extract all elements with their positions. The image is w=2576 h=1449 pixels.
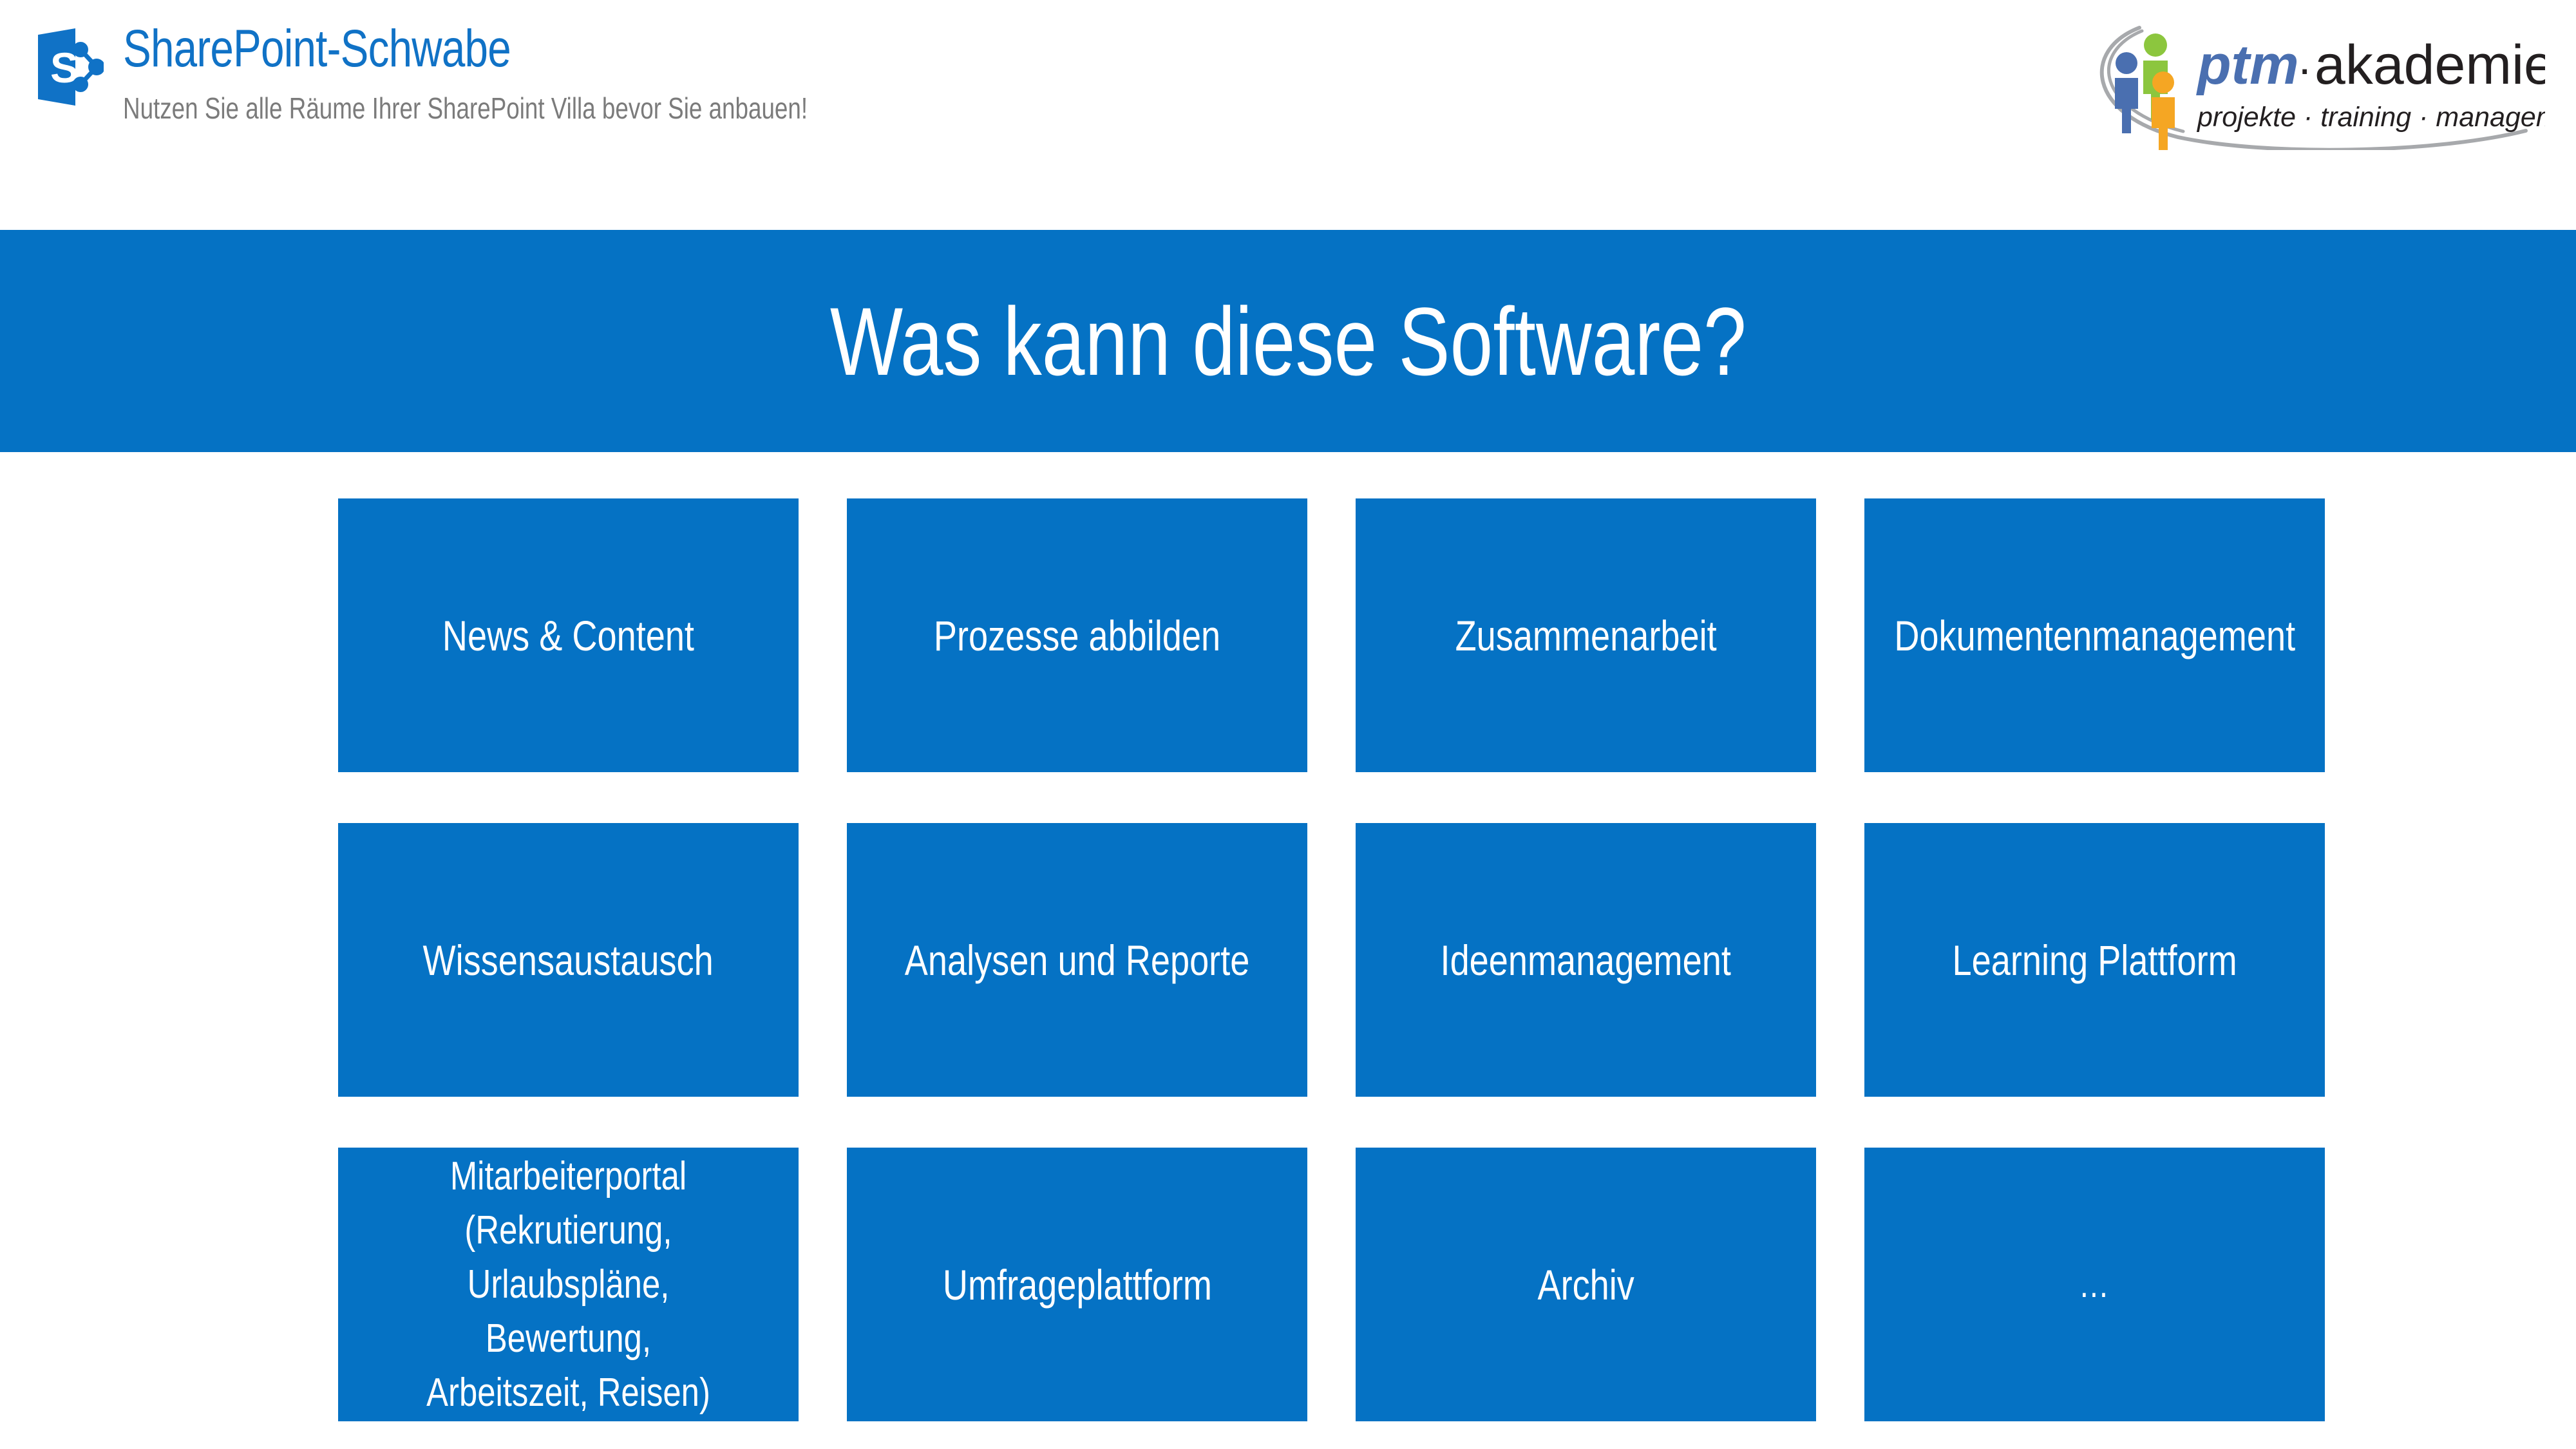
tile-prozesse-abbilden[interactable]: Prozesse abbilden [847,498,1307,772]
tile-label: Prozesse abbilden [933,611,1221,659]
tile-label: … [2078,1263,2111,1305]
tile-label: Ideenmanagement [1440,936,1732,984]
brand-text-block: SharePoint-Schwabe Nutzen Sie alle Räume… [123,22,979,124]
page-header: S SharePoint-Schwabe Nutzen Sie alle Räu… [0,0,2576,230]
ptm-akademie-logo: ptm · akademie projekte · training · man… [2075,12,2545,150]
tile-label: Learning Plattform [1952,936,2237,984]
page-title: Was kann diese Software? [829,287,1747,395]
tile-dokumentenmanagement[interactable]: Dokumentenmanagement [1864,498,2325,772]
tile-more[interactable]: … [1864,1148,2325,1421]
tile-label: Dokumentenmanagement [1894,611,2295,659]
tile-label: Umfrageplattform [942,1260,1212,1309]
tile-label: Wissensaustausch [422,936,714,984]
svg-text:projekte · training · manageme: projekte · training · management [2196,102,2545,133]
brand-block: S SharePoint-Schwabe Nutzen Sie alle Räu… [35,22,979,124]
tile-label: Mitarbeiterportal (Rekrutierung, Urlaubs… [426,1153,710,1415]
tile-label: News & Content [442,611,695,659]
title-banner: Was kann diese Software? [0,230,2576,452]
brand-subtitle: Nutzen Sie alle Räume Ihrer SharePoint V… [123,91,808,125]
tile-wissensaustausch[interactable]: Wissensaustausch [338,823,799,1097]
brand-title: SharePoint-Schwabe [123,19,511,78]
svg-text:akademie: akademie [2315,34,2545,96]
tile-zusammenarbeit[interactable]: Zusammenarbeit [1356,498,1816,772]
feature-tile-grid: News & Content Prozesse abbilden Zusamme… [338,498,2328,1422]
tile-mitarbeiterportal[interactable]: Mitarbeiterportal (Rekrutierung, Urlaubs… [338,1148,799,1421]
tile-ideenmanagement[interactable]: Ideenmanagement [1356,823,1816,1097]
tile-label: Analysen und Reporte [904,936,1250,984]
tile-label: Zusammenarbeit [1455,611,1717,659]
tile-archiv[interactable]: Archiv [1356,1148,1816,1421]
svg-text:ptm: ptm [2196,34,2299,96]
tile-learning-plattform[interactable]: Learning Plattform [1864,823,2325,1097]
svg-text:·: · [2297,43,2312,93]
sharepoint-icon: S [35,27,105,107]
tile-umfrageplattform[interactable]: Umfrageplattform [847,1148,1307,1421]
tile-label: Archiv [1537,1260,1634,1309]
tile-news-content[interactable]: News & Content [338,498,799,772]
tile-analysen-und-reporte[interactable]: Analysen und Reporte [847,823,1307,1097]
